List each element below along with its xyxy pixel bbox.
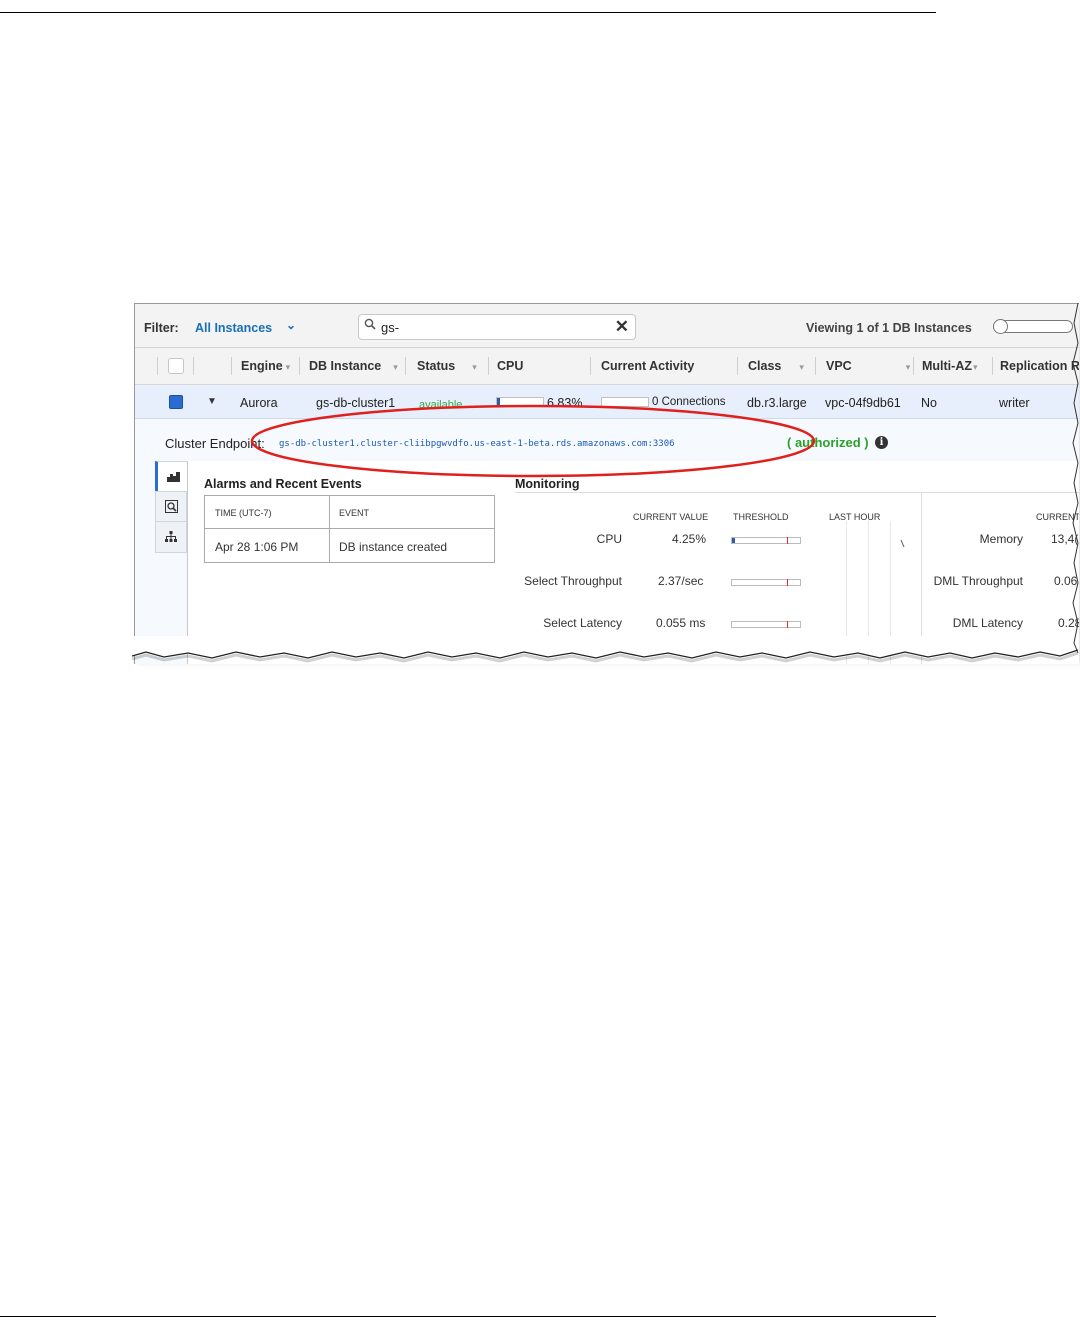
search-value: gs-	[381, 320, 400, 335]
cell-engine: Aurora	[240, 396, 278, 410]
endpoint-label: Cluster Endpoint:	[165, 436, 265, 451]
sparkline	[900, 539, 905, 548]
search-icon	[364, 318, 376, 330]
header-threshold: THRESHOLD	[733, 512, 789, 522]
cell-multi-az: No	[921, 396, 937, 410]
filter-bar: Filter: All Instances ⌄ gs- ✕ Viewing 1 …	[135, 304, 1079, 348]
alarms-title: Alarms and Recent Events	[204, 477, 362, 491]
events-header-time: TIME (UTC-7)	[215, 508, 272, 518]
torn-edge-right	[1072, 303, 1079, 653]
threshold-marker	[787, 537, 788, 544]
cell-class: db.r3.large	[747, 396, 807, 410]
table-header: Engine ▾ DB Instance ▾ Status ▾ CPU Current…	[135, 348, 1079, 385]
events-column-separator	[329, 496, 330, 562]
close-icon[interactable]: ✕	[615, 318, 629, 335]
tab-details[interactable]	[155, 491, 187, 523]
metric-select-throughput-label: Select Throughput	[524, 574, 622, 588]
chart-icon	[166, 472, 180, 482]
metric-select-throughput-value: 2.37/sec	[658, 574, 704, 588]
select-latency-threshold-bar	[731, 621, 801, 628]
cell-db-instance[interactable]: gs-db-cluster1	[316, 396, 395, 410]
threshold-marker	[787, 579, 788, 586]
events-header-event: EVENT	[339, 508, 370, 518]
cpu-threshold-bar	[731, 537, 801, 544]
tab-topology[interactable]	[155, 521, 187, 553]
column-header-status[interactable]: Status ▾	[417, 359, 477, 373]
column-header-cpu[interactable]: CPU	[497, 359, 523, 373]
column-separator	[193, 357, 194, 375]
slider-knob[interactable]	[993, 319, 1008, 334]
chevron-down-icon[interactable]: ⌄	[286, 318, 296, 332]
cell-current-activity: 0 Connections	[652, 396, 726, 408]
column-header-db-instance[interactable]: DB Instance ▾	[309, 359, 398, 373]
metric-dml-latency-label: DML Latency	[952, 616, 1023, 630]
metric-cpu-label: CPU	[596, 532, 622, 546]
cell-replication: writer	[999, 396, 1030, 410]
column-separator	[992, 357, 993, 375]
magnifier-icon	[164, 500, 178, 513]
event-description: DB instance created	[339, 540, 448, 554]
column-separator	[488, 357, 489, 375]
monitoring-panel: Alarms and Recent Events TIME (UTC-7) EV…	[188, 461, 1079, 664]
column-separator	[590, 357, 591, 375]
cell-vpc[interactable]: vpc-04f9db61	[825, 396, 901, 410]
cell-status: available	[419, 399, 463, 411]
filter-dropdown[interactable]: All Instances	[195, 321, 272, 335]
column-separator	[913, 357, 914, 375]
threshold-fill	[732, 538, 735, 543]
page-bottom-rule	[0, 1316, 936, 1317]
endpoint-url[interactable]: gs-db-cluster1.cluster-cliibpgwvdfo.us-e…	[279, 439, 675, 449]
metric-memory-label: Memory	[979, 532, 1023, 546]
cpu-bar	[496, 397, 544, 407]
metric-select-latency-label: Select Latency	[543, 616, 622, 630]
table-row[interactable]: ▼ Aurora gs-db-cluster1 available 6.83% …	[135, 385, 1079, 419]
select-all-checkbox[interactable]	[168, 358, 184, 374]
column-separator	[157, 357, 158, 375]
row-checkbox[interactable]	[169, 395, 183, 409]
metric-select-latency-value: 0.055 ms	[656, 616, 706, 630]
column-header-class[interactable]: Class ▾	[748, 359, 804, 373]
activity-bar	[601, 397, 649, 407]
column-header-current-activity[interactable]: Current Activity	[601, 359, 694, 373]
table-row: Apr 28 1:06 PM DB instance created	[205, 529, 494, 562]
column-header-multi-az[interactable]: Multi-AZ▾	[922, 359, 978, 373]
info-icon[interactable]: i	[875, 436, 888, 449]
metric-cpu-value: 4.25%	[672, 532, 707, 546]
cell-cpu: 6.83%	[547, 396, 583, 410]
viewing-count: Viewing 1 of 1 DB Instances	[806, 321, 972, 335]
column-separator	[815, 357, 816, 375]
metric-dml-throughput-label: DML Throughput	[933, 574, 1023, 588]
filter-label: Filter:	[144, 321, 179, 335]
search-input[interactable]: gs- ✕	[358, 314, 636, 340]
column-header-vpc[interactable]: VPC ▾	[826, 359, 910, 373]
detail-tabs	[155, 461, 189, 664]
authorized-status: ( authorized )	[787, 435, 869, 450]
monitoring-title: Monitoring	[515, 477, 580, 491]
rds-console-screenshot: Filter: All Instances ⌄ gs- ✕ Viewing 1 …	[134, 303, 1079, 664]
column-header-engine[interactable]: Engine ▾	[241, 359, 290, 373]
events-table: TIME (UTC-7) EVENT Apr 28 1:06 PM DB ins…	[204, 495, 495, 563]
column-separator	[737, 357, 738, 375]
caret-down-icon[interactable]: ▼	[207, 396, 217, 407]
cpu-bar-fill	[497, 398, 501, 406]
toggle-slider[interactable]	[993, 319, 1073, 334]
header-current-value: CURRENT VALUE	[633, 512, 709, 522]
events-table-header: TIME (UTC-7) EVENT	[205, 496, 494, 529]
column-separator	[231, 357, 232, 375]
instance-details: Cluster Endpoint: gs-db-cluster1.cluster…	[135, 419, 1079, 664]
header-last-hour: LAST HOUR	[829, 512, 881, 522]
event-time: Apr 28 1:06 PM	[215, 540, 299, 554]
column-separator	[299, 357, 300, 375]
select-throughput-threshold-bar	[731, 579, 801, 586]
column-separator	[405, 357, 406, 375]
tab-monitoring[interactable]	[155, 461, 189, 493]
hierarchy-icon	[165, 531, 177, 542]
page-top-rule	[0, 12, 936, 13]
torn-edge	[128, 636, 1079, 663]
monitoring-divider	[515, 492, 1079, 493]
threshold-marker	[787, 621, 788, 628]
